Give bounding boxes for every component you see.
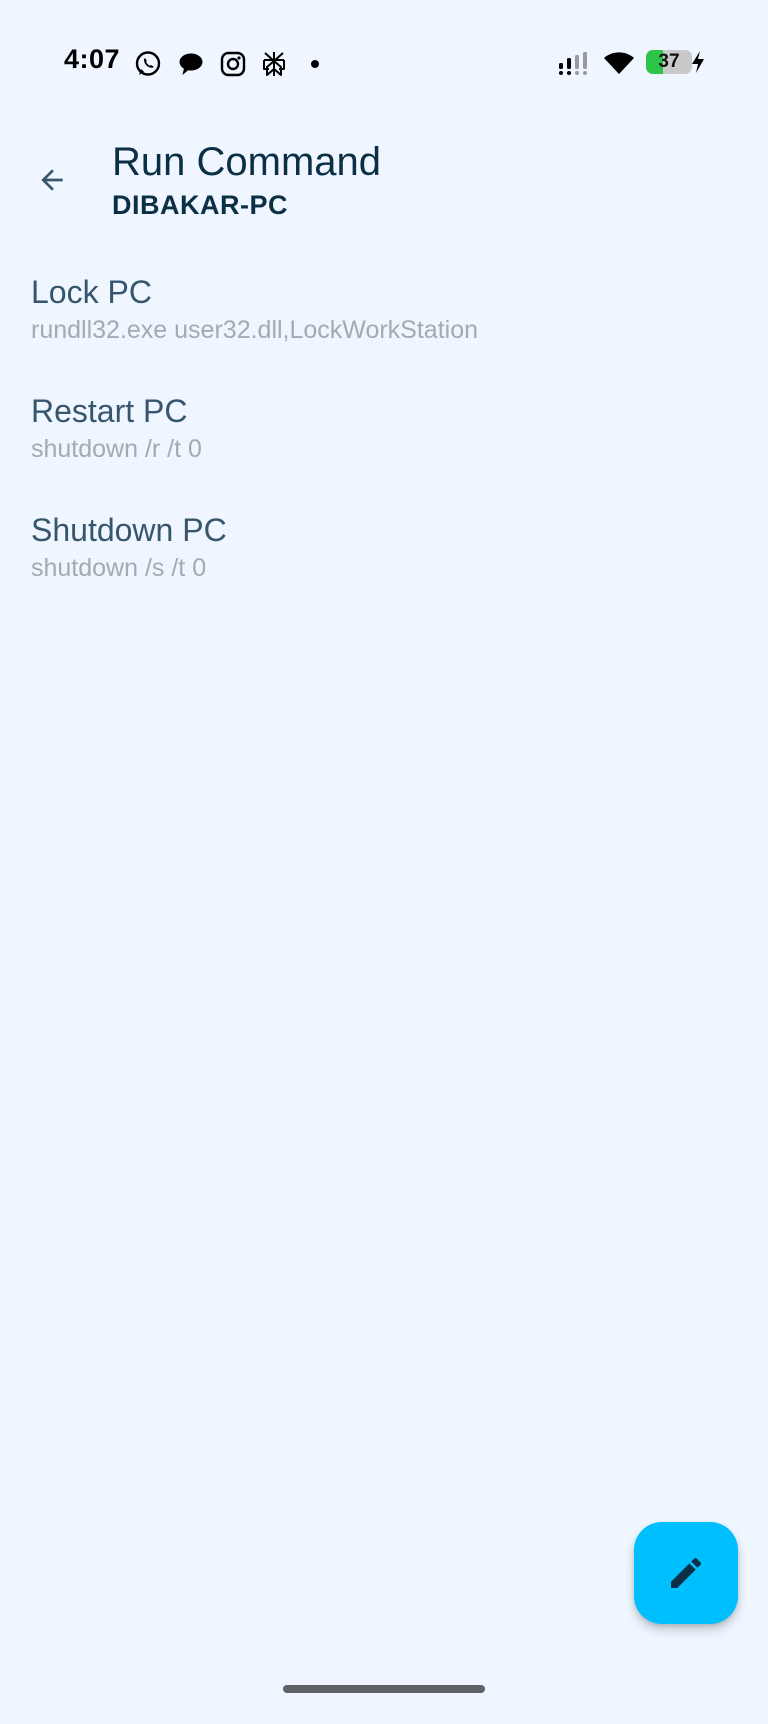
home-gesture-bar[interactable] xyxy=(283,1685,485,1693)
command-text: rundll32.exe user32.dll,LockWorkStation xyxy=(31,316,479,344)
command-item-shutdown-pc[interactable]: Shutdown PC shutdown /s /t 0 xyxy=(0,508,768,627)
device-name-subtitle: DIBAKAR-PC xyxy=(112,190,288,220)
back-button[interactable] xyxy=(24,152,80,208)
instagram-icon xyxy=(220,51,246,77)
command-item-restart-pc[interactable]: Restart PC shutdown /r /t 0 xyxy=(0,389,768,508)
wifi-icon xyxy=(604,52,634,74)
command-list: Lock PC rundll32.exe user32.dll,LockWork… xyxy=(0,270,768,627)
battery-level: 37 xyxy=(658,51,680,72)
page-title: Run Command xyxy=(112,140,382,184)
command-name: Restart PC xyxy=(31,393,188,429)
edit-fab-button[interactable] xyxy=(634,1522,738,1624)
arrow-back-icon xyxy=(41,169,63,191)
command-text: shutdown /s /t 0 xyxy=(31,554,207,582)
status-bar: 4:07 37 xyxy=(0,40,768,86)
command-name: Lock PC xyxy=(31,274,152,310)
signal-icon xyxy=(559,52,587,75)
more-notifications-dot-icon xyxy=(311,60,319,68)
whatsapp-icon xyxy=(135,51,161,76)
command-item-lock-pc[interactable]: Lock PC rundll32.exe user32.dll,LockWork… xyxy=(0,270,768,389)
chat-bubble-icon xyxy=(179,53,203,75)
command-text: shutdown /r /t 0 xyxy=(31,435,202,463)
perplexity-icon xyxy=(263,52,285,76)
status-time: 4:07 xyxy=(64,44,121,74)
app-bar-title-block: Run Command DIBAKAR-PC xyxy=(112,138,381,221)
battery-indicator: 37 xyxy=(646,50,692,74)
edit-pencil-icon xyxy=(671,1557,702,1588)
command-name: Shutdown PC xyxy=(31,512,227,548)
charging-bolt-icon xyxy=(692,51,704,73)
